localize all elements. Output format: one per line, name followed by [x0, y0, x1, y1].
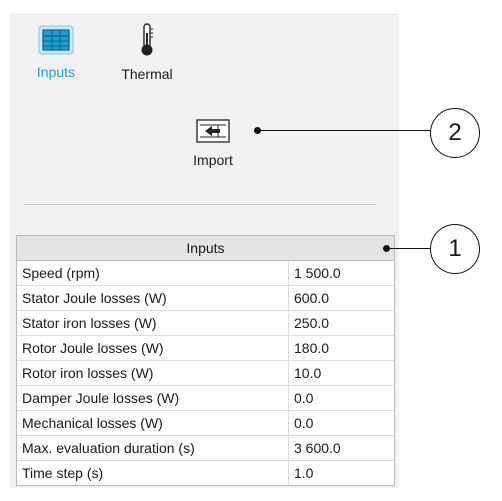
- parameter-name: Damper Joule losses (W): [17, 386, 289, 410]
- parameter-value[interactable]: 180.0: [289, 336, 394, 360]
- parameter-value[interactable]: 1 500.0: [289, 261, 394, 285]
- inputs-table-title: Inputs: [17, 236, 394, 261]
- thermometer-icon: [139, 23, 155, 61]
- callout-2-badge: 2: [430, 108, 480, 158]
- parameter-name: Rotor iron losses (W): [17, 361, 289, 385]
- parameter-name: Time step (s): [17, 461, 289, 485]
- parameter-name: Max. evaluation duration (s): [17, 436, 289, 460]
- table-row: Stator Joule losses (W) 600.0: [17, 286, 394, 311]
- parameter-value[interactable]: 0.0: [289, 411, 394, 435]
- table-row: Damper Joule losses (W) 0.0: [17, 386, 394, 411]
- import-button[interactable]: Import: [178, 119, 248, 168]
- table-row: Mechanical losses (W) 0.0: [17, 411, 394, 436]
- table-row: Speed (rpm) 1 500.0: [17, 261, 394, 286]
- parameter-name: Stator Joule losses (W): [17, 286, 289, 310]
- parameter-name: Speed (rpm): [17, 261, 289, 285]
- parameter-value[interactable]: 1.0: [289, 461, 394, 485]
- import-label: Import: [193, 152, 233, 168]
- parameter-value[interactable]: 600.0: [289, 286, 394, 310]
- table-row: Rotor iron losses (W) 10.0: [17, 361, 394, 386]
- callout-1-line: [387, 248, 431, 249]
- table-grid-icon: [38, 25, 74, 59]
- divider: [24, 204, 376, 205]
- callout-1-badge: 1: [430, 224, 480, 274]
- inputs-tool-button[interactable]: Inputs: [32, 25, 80, 80]
- side-panel: Inputs Thermal Import Inputs Speed (rpm)…: [10, 13, 399, 488]
- parameter-name: Rotor Joule losses (W): [17, 336, 289, 360]
- parameter-value[interactable]: 0.0: [289, 386, 394, 410]
- table-row: Max. evaluation duration (s) 3 600.0: [17, 436, 394, 461]
- inputs-tool-label: Inputs: [36, 64, 76, 80]
- parameter-value[interactable]: 250.0: [289, 311, 394, 335]
- inputs-table: Inputs Speed (rpm) 1 500.0 Stator Joule lo…: [16, 235, 395, 486]
- import-arrow-icon: [196, 119, 230, 147]
- table-row: Stator iron losses (W) 250.0: [17, 311, 394, 336]
- thermal-tool-label: Thermal: [121, 66, 173, 82]
- table-row: Rotor Joule losses (W) 180.0: [17, 336, 394, 361]
- table-row: Time step (s) 1.0: [17, 461, 394, 485]
- parameter-name: Mechanical losses (W): [17, 411, 289, 435]
- parameter-value[interactable]: 10.0: [289, 361, 394, 385]
- thermal-tool-button[interactable]: Thermal: [112, 23, 182, 82]
- parameter-name: Stator iron losses (W): [17, 311, 289, 335]
- callout-2-line: [258, 130, 430, 131]
- parameter-value[interactable]: 3 600.0: [289, 436, 394, 460]
